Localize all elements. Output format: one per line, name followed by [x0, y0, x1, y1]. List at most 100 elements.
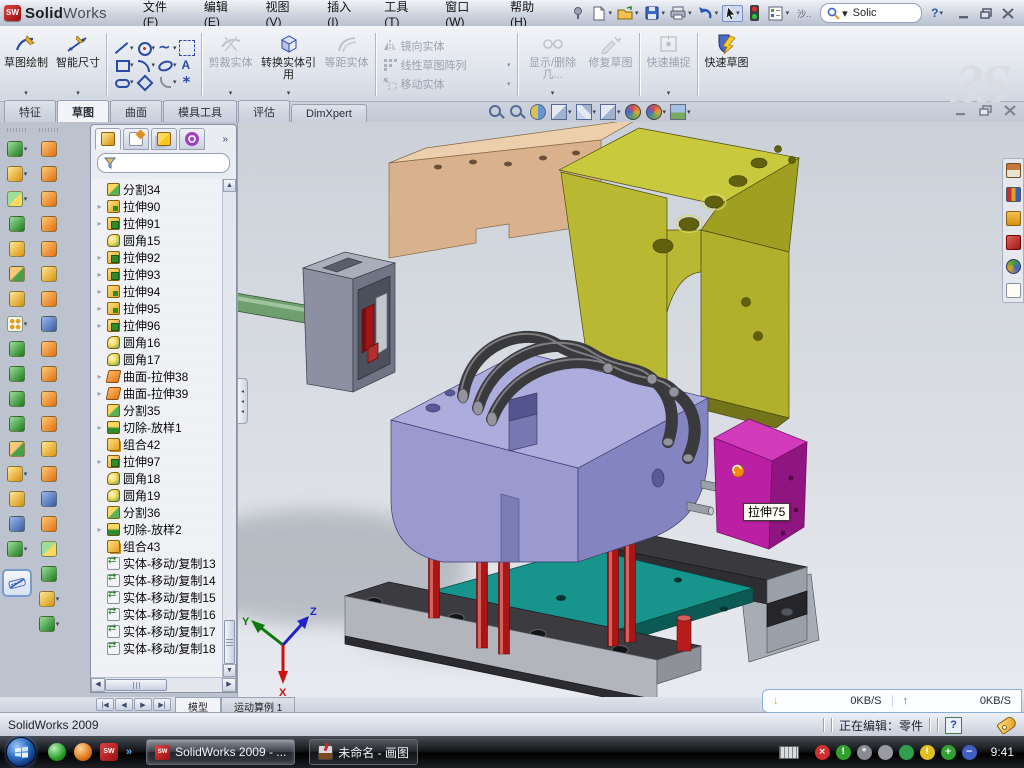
motion-study-tab[interactable]: 运动算例 1 [221, 697, 295, 712]
toolbar-button[interactable] [34, 386, 64, 411]
new-file-dropdown[interactable]: ▾ [609, 9, 613, 17]
expand-arrow-icon[interactable]: ▸ [95, 219, 104, 228]
sketch-tool-button[interactable]: ▾ [136, 40, 156, 56]
view-tool-button[interactable]: ▾ [576, 104, 597, 120]
print-dropdown[interactable]: ▾ [688, 9, 692, 17]
expand-arrow-icon[interactable]: ▸ [95, 525, 104, 534]
design-library-icon[interactable] [1006, 187, 1021, 202]
quicklaunch-chevron-icon[interactable]: » [126, 746, 132, 758]
sketch-tool-button[interactable]: ▾ [136, 57, 156, 73]
taskbar-clock[interactable]: 9:41 [991, 745, 1014, 759]
mirror-entities-button[interactable]: 镜向实体 [383, 38, 511, 54]
toolbar-button[interactable] [34, 186, 64, 211]
tree-horizontal-scrollbar[interactable]: ◀ ▶ [91, 677, 236, 692]
help-dropdown[interactable]: ▾ [939, 9, 943, 17]
sketch-tool-button[interactable] [179, 57, 195, 73]
tree-item[interactable]: ▸ 曲面-拉伸39 [95, 385, 222, 402]
toolbar-button[interactable] [2, 511, 32, 536]
sketch-button[interactable]: 草图绘制▾ [0, 28, 52, 101]
tree-item[interactable]: ▸ 拉伸91 [95, 215, 222, 232]
close-button[interactable] [1002, 8, 1014, 19]
tray-icon[interactable]: + [941, 745, 956, 760]
sketch-tool-dropdown[interactable]: ▾ [130, 44, 134, 52]
undo-dropdown[interactable]: ▾ [715, 9, 719, 17]
select-tool-button[interactable]: ▾ [722, 5, 743, 22]
sketch-tool-button[interactable]: ▾ [114, 40, 134, 56]
scroll-right-button[interactable]: ▶ [222, 678, 236, 692]
toolbar-button[interactable] [34, 361, 64, 386]
sketch-tool-dropdown[interactable]: ▾ [130, 78, 134, 86]
undo-icon[interactable] [696, 4, 714, 22]
help-button[interactable]: ? [931, 6, 938, 20]
toolbar-button[interactable] [2, 436, 32, 461]
doc-restore-button[interactable] [979, 105, 992, 116]
start-button[interactable] [6, 737, 36, 767]
search-box[interactable]: ▾ Solic [820, 3, 922, 23]
toolbar-button[interactable] [34, 511, 64, 536]
slide-block[interactable] [714, 419, 807, 549]
tray-icon[interactable] [899, 745, 914, 760]
keyboard-layout-icon[interactable] [779, 746, 799, 759]
toolbar-button[interactable] [34, 336, 64, 361]
toolbar-button[interactable] [2, 411, 32, 436]
configurationmanager-tab[interactable] [151, 128, 177, 150]
sketch-tool-dropdown[interactable]: ▾ [173, 44, 177, 52]
toolbar-button[interactable]: ▾ [2, 136, 32, 161]
toolbar-button[interactable]: ▾ [2, 186, 32, 211]
propertymanager-tab[interactable] [123, 128, 149, 150]
tree-item[interactable]: ▸ 拉伸96 [95, 317, 222, 334]
expand-arrow-icon[interactable]: ▸ [95, 202, 104, 211]
toolbar-button[interactable] [34, 286, 64, 311]
convert-entities-button[interactable]: 转换实体引用▾ [257, 28, 321, 101]
tray-icon[interactable] [878, 745, 893, 760]
tree-item[interactable]: 圆角15 [95, 232, 222, 249]
toolbar-button[interactable] [34, 136, 64, 161]
tree-item[interactable]: ▸ 拉伸92 [95, 249, 222, 266]
toolbar-button[interactable] [2, 386, 32, 411]
solidworks-shortcut-icon[interactable]: SW [100, 743, 118, 761]
sketch-tool-dropdown[interactable]: ▾ [130, 61, 134, 69]
view-tool-button[interactable]: ▾ [670, 104, 691, 120]
tree-item[interactable]: 分割36 [95, 504, 222, 521]
save-icon[interactable] [643, 4, 661, 22]
dimxpertmanager-tab[interactable] [179, 128, 205, 150]
command-tab[interactable]: 模具工具 [163, 100, 237, 122]
tree-item[interactable]: 分割34 [95, 181, 222, 198]
tray-icon[interactable]: − [962, 745, 977, 760]
core-insert-assembly[interactable] [238, 252, 395, 392]
tree-item[interactable]: 分割35 [95, 402, 222, 419]
view-tool-button[interactable] [509, 104, 526, 120]
command-tab[interactable]: DimXpert [291, 104, 367, 122]
tab-nav-button[interactable]: |◀ [96, 698, 114, 711]
options-dropdown[interactable]: ▾ [786, 9, 790, 17]
sketch-tool-button[interactable]: ▾ [157, 40, 177, 56]
expand-arrow-icon[interactable]: ▸ [95, 270, 104, 279]
scroll-down-button[interactable]: ▼ [223, 664, 236, 677]
tree-item[interactable]: 圆角17 [95, 351, 222, 368]
command-tab[interactable]: 评估 [238, 100, 290, 122]
search-dropdown[interactable]: ▾ [842, 7, 848, 20]
toolbar-grip[interactable] [7, 128, 27, 132]
new-file-icon[interactable] [590, 4, 608, 22]
expand-arrow-icon[interactable]: ▸ [95, 423, 104, 432]
sketch-tool-button[interactable] [179, 40, 195, 56]
graphics-viewport[interactable]: Y Z X ◂◂◂ 拉伸75 [237, 122, 1024, 697]
doc-minimize-button[interactable] [955, 105, 967, 116]
tree-item[interactable]: ▸ 切除-放样1 [95, 419, 222, 436]
display-delete-relations-button[interactable]: 显示/删除几...▾ [521, 28, 585, 101]
tree-item[interactable]: ▸ 曲面-拉伸38 [95, 368, 222, 385]
tree-item[interactable]: ▸ 拉伸97 [95, 453, 222, 470]
tab-nav-button[interactable]: ▶ [134, 698, 152, 711]
tree-item[interactable]: 圆角18 [95, 470, 222, 487]
tree-item[interactable]: ▸ 拉伸94 [95, 283, 222, 300]
toolbar-button[interactable] [34, 411, 64, 436]
tray-icon[interactable]: ! [920, 745, 935, 760]
open-file-icon[interactable] [616, 4, 634, 22]
tag-icon[interactable] [996, 715, 1018, 735]
scroll-up-button[interactable]: ▲ [223, 179, 236, 192]
toolbar-button[interactable]: ▾ [2, 536, 32, 561]
toolbar-button[interactable] [2, 486, 32, 511]
toolbar-button[interactable] [2, 236, 32, 261]
command-tab[interactable]: 草图 [57, 100, 109, 122]
vertical-scroll-thumb[interactable] [224, 620, 235, 664]
